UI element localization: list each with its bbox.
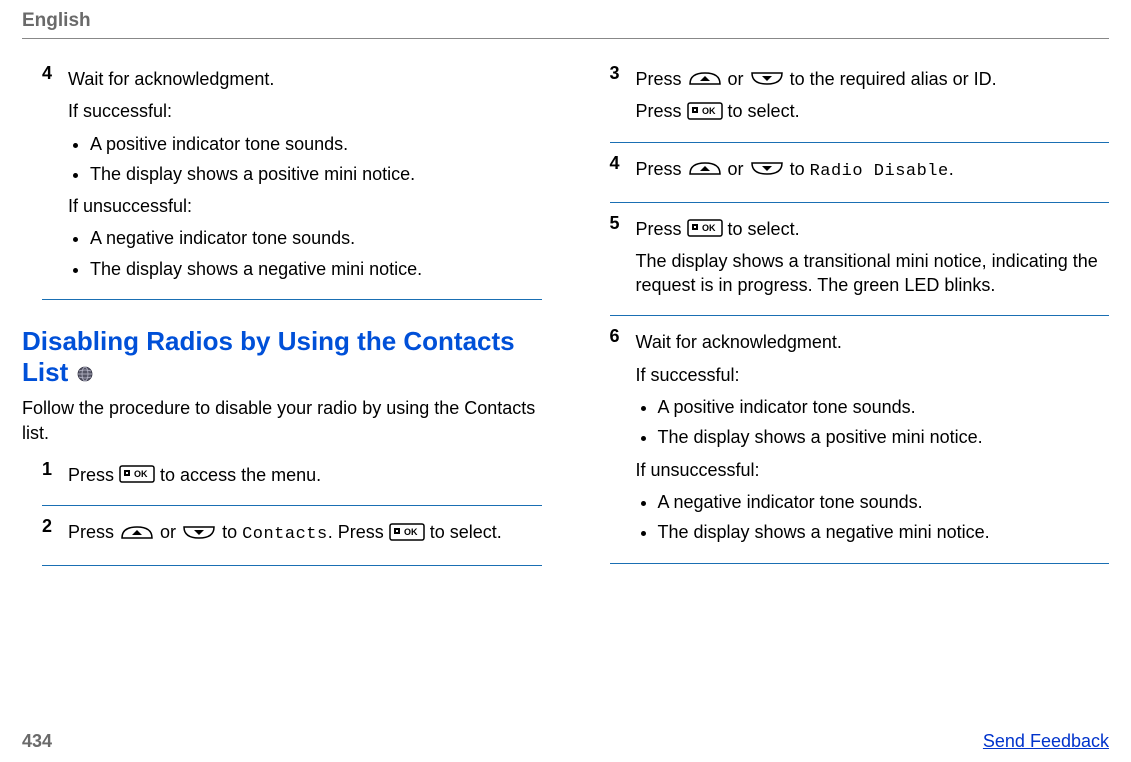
- left-step-1: 1 Press to access the menu.: [42, 459, 542, 495]
- step-number: 3: [610, 63, 636, 132]
- list-item: A positive indicator tone sounds.: [90, 132, 542, 156]
- up-button-icon: [687, 70, 723, 86]
- list-item: The display shows a positive mini notice…: [90, 162, 542, 186]
- text-to-required: to the required alias or ID.: [790, 69, 997, 89]
- right-column: 3 Press or to the required alias or ID. …: [590, 57, 1110, 576]
- step6-line1: Wait for acknowledgment.: [636, 330, 1110, 354]
- section-title-text: Disabling Radios by Using the Contacts L…: [22, 326, 515, 387]
- step-separator: [610, 563, 1110, 564]
- ok-button-icon: [389, 523, 425, 541]
- right-step-5: 5 Press to select. The display shows a t…: [610, 213, 1110, 306]
- step-separator: [610, 315, 1110, 316]
- up-button-icon: [119, 524, 155, 540]
- list-item: The display shows a positive mini notice…: [658, 425, 1110, 449]
- send-feedback-link[interactable]: Send Feedback: [983, 731, 1109, 752]
- ok-button-icon: [687, 102, 723, 120]
- header-rule: [22, 38, 1109, 39]
- header-language: English: [22, 10, 1109, 32]
- step4-success-list: A positive indicator tone sounds. The di…: [68, 132, 542, 187]
- text-press: Press: [636, 219, 687, 239]
- right-step-3: 3 Press or to the required alias or ID. …: [610, 63, 1110, 132]
- text-to-select: to select.: [728, 219, 800, 239]
- right-step-6: 6 Wait for acknowledgment. If successful…: [610, 326, 1110, 552]
- section-intro: Follow the procedure to disable your rad…: [22, 396, 542, 445]
- ok-button-icon: [687, 219, 723, 237]
- left-column: 4 Wait for acknowledgment. If successful…: [22, 57, 542, 576]
- text-press: Press: [68, 465, 119, 485]
- step3-line1: Press or to the required alias or ID.: [636, 67, 1110, 91]
- left-step-2: 2 Press or to Contacts. Press to select.: [42, 516, 542, 555]
- list-item: A negative indicator tone sounds.: [90, 226, 542, 250]
- step5-line1: Press to select.: [636, 217, 1110, 241]
- text-dot: .: [949, 159, 954, 179]
- step-separator: [42, 299, 542, 300]
- step3-line2: Press to select.: [636, 99, 1110, 123]
- list-item: A negative indicator tone sounds.: [658, 490, 1110, 514]
- text-to-select: to select.: [728, 101, 800, 121]
- step6-if-unsuccess: If unsuccessful:: [636, 458, 1110, 482]
- step-separator: [610, 142, 1110, 143]
- text-or: or: [160, 522, 181, 542]
- text-press: Press: [636, 101, 687, 121]
- step5-body: The display shows a transitional mini no…: [636, 249, 1110, 298]
- text-press: Press: [636, 69, 687, 89]
- menu-radio-disable: Radio Disable: [810, 162, 949, 181]
- step4-if-unsuccess: If unsuccessful:: [68, 194, 542, 218]
- text-to: to: [222, 522, 242, 542]
- text-or: or: [728, 159, 749, 179]
- left-step-4: 4 Wait for acknowledgment. If successful…: [42, 63, 542, 289]
- right-step-4: 4 Press or to Radio Disable.: [610, 153, 1110, 192]
- list-item: The display shows a negative mini notice…: [90, 257, 542, 281]
- step6-if-success: If successful:: [636, 363, 1110, 387]
- down-button-icon: [749, 70, 785, 86]
- step-number: 4: [610, 153, 636, 192]
- text-to: to: [790, 159, 810, 179]
- step-number: 1: [42, 459, 68, 495]
- step6-success-list: A positive indicator tone sounds. The di…: [636, 395, 1110, 450]
- step-separator: [42, 505, 542, 506]
- text-press: Press: [636, 159, 687, 179]
- section-title: Disabling Radios by Using the Contacts L…: [22, 326, 542, 388]
- text-dot-press: . Press: [328, 522, 389, 542]
- text-after: to access the menu.: [160, 465, 321, 485]
- list-item: The display shows a negative mini notice…: [658, 520, 1110, 544]
- footer: 434 Send Feedback: [22, 731, 1109, 752]
- down-button-icon: [181, 524, 217, 540]
- step-separator: [42, 565, 542, 566]
- text-or: or: [728, 69, 749, 89]
- step4r-text: Press or to Radio Disable.: [636, 157, 1110, 184]
- step1-text: Press to access the menu.: [68, 463, 542, 487]
- step4-line1: Wait for acknowledgment.: [68, 67, 542, 91]
- text-press: Press: [68, 522, 119, 542]
- up-button-icon: [687, 160, 723, 176]
- step-number: 4: [42, 63, 68, 289]
- step4-unsuccess-list: A negative indicator tone sounds. The di…: [68, 226, 542, 281]
- step-number: 5: [610, 213, 636, 306]
- globe-icon: [77, 366, 93, 382]
- step-number: 6: [610, 326, 636, 552]
- step4-if-success: If successful:: [68, 99, 542, 123]
- text-to-select: to select.: [430, 522, 502, 542]
- step-separator: [610, 202, 1110, 203]
- down-button-icon: [749, 160, 785, 176]
- menu-contacts: Contacts: [242, 525, 328, 544]
- page-number: 434: [22, 731, 52, 752]
- step2-text: Press or to Contacts. Press to select.: [68, 520, 542, 547]
- step6-unsuccess-list: A negative indicator tone sounds. The di…: [636, 490, 1110, 545]
- step-number: 2: [42, 516, 68, 555]
- list-item: A positive indicator tone sounds.: [658, 395, 1110, 419]
- ok-button-icon: [119, 465, 155, 483]
